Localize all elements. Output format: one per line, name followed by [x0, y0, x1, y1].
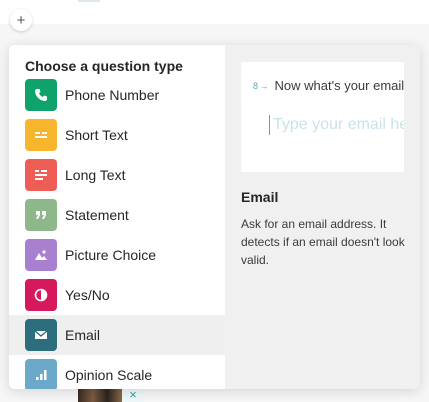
type-label-long-text: Long Text [65, 167, 126, 183]
add-question-button[interactable]: + [10, 9, 32, 31]
quote-icon [25, 199, 57, 231]
type-item-phone-number[interactable]: Phone Number [9, 75, 225, 115]
type-label-short-text: Short Text [65, 127, 128, 143]
canvas-tab-indicator [78, 0, 100, 2]
preview-question-number: 8 [253, 80, 259, 91]
question-preview-card: 8 → Now what's your email? Type your ema… [241, 62, 404, 172]
envelope-icon [25, 319, 57, 351]
picture-icon [25, 239, 57, 271]
image-thumbnail [78, 388, 122, 402]
type-item-statement[interactable]: Statement [9, 195, 225, 235]
picker-title: Choose a question type [25, 58, 183, 74]
thumbnail-close-icon[interactable]: × [122, 388, 144, 402]
detail-description: Ask for an email address. It detects if … [241, 217, 405, 267]
type-label-opinion-scale: Opinion Scale [65, 367, 153, 383]
type-label-phone-number: Phone Number [65, 87, 160, 103]
type-label-picture-choice: Picture Choice [65, 247, 157, 263]
question-type-list: Phone Number Short Text Long Text Statem… [9, 75, 225, 389]
bar-chart-icon [25, 359, 57, 389]
short-text-icon [25, 119, 57, 151]
arrow-right-icon: → [259, 80, 269, 91]
type-label-statement: Statement [65, 207, 129, 223]
type-item-short-text[interactable]: Short Text [9, 115, 225, 155]
plus-icon: + [16, 11, 26, 29]
preview-question-text: Now what's your email? [274, 78, 404, 93]
type-item-long-text[interactable]: Long Text [9, 155, 225, 195]
long-text-icon [25, 159, 57, 191]
question-type-popup: Choose a question type Phone Number Shor… [9, 45, 420, 389]
type-item-email[interactable]: Email [9, 315, 225, 355]
type-label-email: Email [65, 327, 101, 343]
type-label-yes-no: Yes/No [65, 287, 110, 303]
preview-question: 8 → Now what's your email? [253, 78, 404, 93]
preview-email-input: Type your email here... [269, 115, 404, 135]
question-type-detail-panel: 8 → Now what's your email? Type your ema… [225, 45, 420, 389]
question-type-list-panel: Choose a question type Phone Number Shor… [9, 45, 225, 389]
type-item-opinion-scale[interactable]: Opinion Scale [9, 355, 225, 389]
type-item-yes-no[interactable]: Yes/No [9, 275, 225, 315]
type-item-picture-choice[interactable]: Picture Choice [9, 235, 225, 275]
yes-no-icon [25, 279, 57, 311]
detail-title: Email [241, 189, 279, 205]
phone-icon [25, 79, 57, 111]
